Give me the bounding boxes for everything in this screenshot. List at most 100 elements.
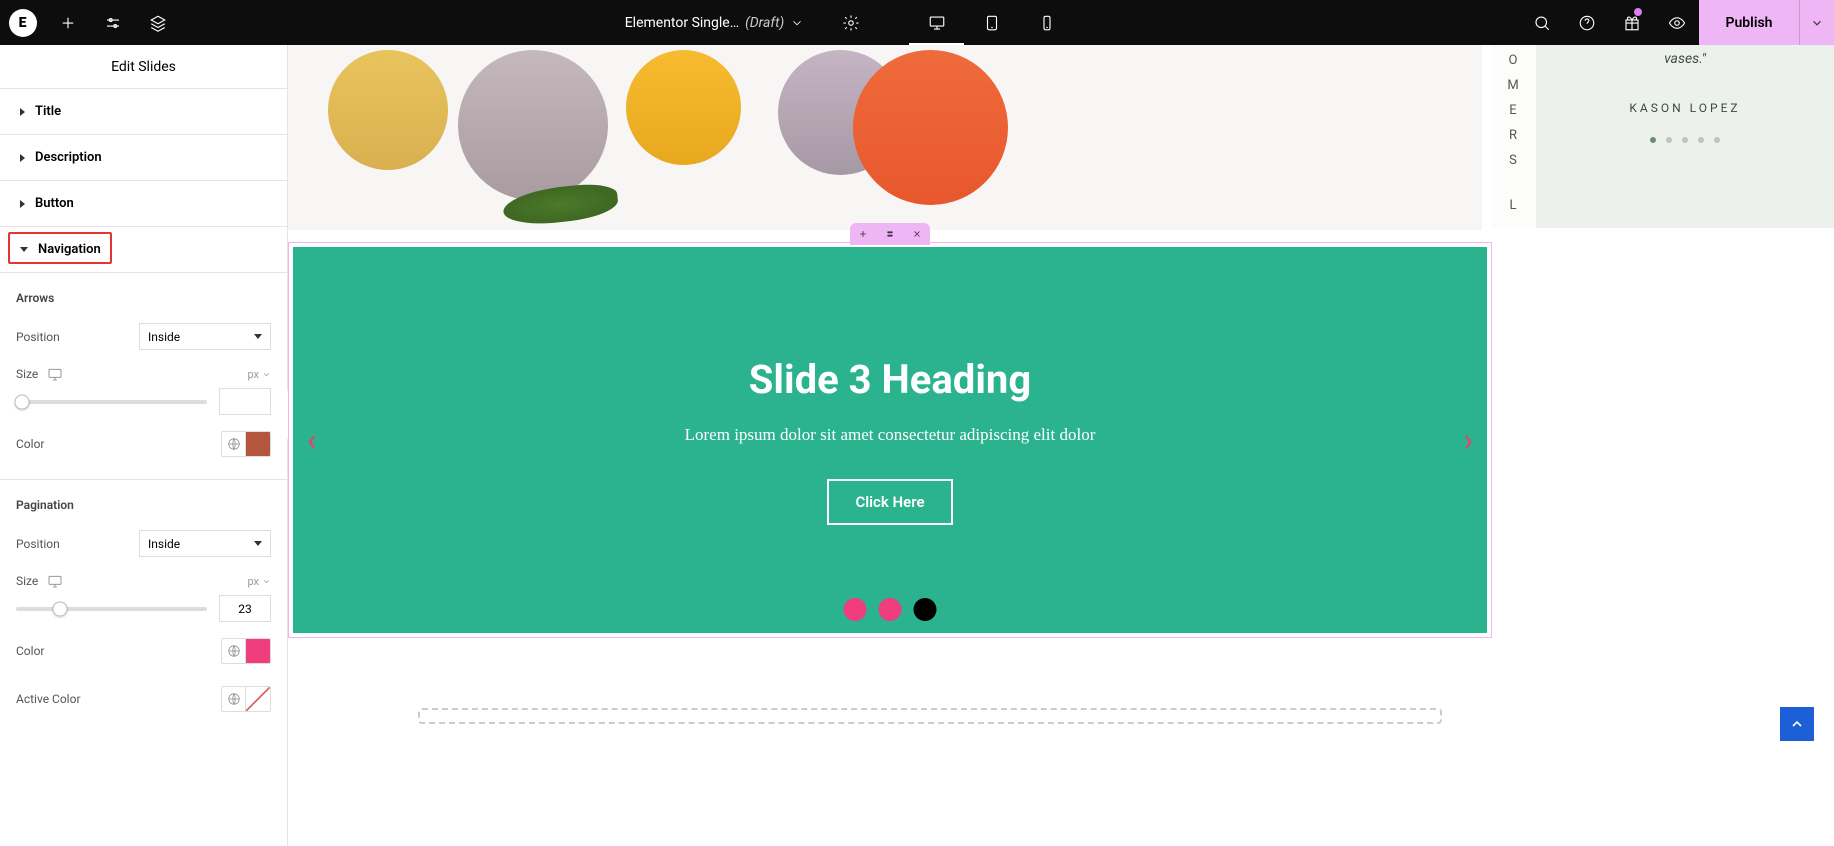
desktop-device[interactable]: [909, 0, 964, 45]
pagination-active-color-label: Active Color: [16, 692, 81, 706]
mobile-device[interactable]: [1019, 0, 1074, 45]
doc-title: Elementor Single…: [625, 15, 739, 31]
arrows-size-input[interactable]: [219, 388, 271, 415]
prev-arrow[interactable]: ‹: [307, 421, 317, 459]
pagination-position-label: Position: [16, 537, 60, 551]
responsive-icon[interactable]: [46, 573, 64, 589]
layers-icon[interactable]: [135, 0, 180, 45]
vase: [853, 50, 1008, 205]
help-icon[interactable]: [1564, 0, 1609, 45]
settings-icon[interactable]: [90, 0, 135, 45]
gift-icon[interactable]: [1609, 0, 1654, 45]
drag-icon[interactable]: [885, 229, 895, 239]
pagination-dot[interactable]: [844, 598, 867, 621]
testimonial-quote: vases.": [1664, 51, 1706, 67]
pagination-position-select[interactable]: Inside: [139, 530, 271, 557]
search-icon[interactable]: [1519, 0, 1564, 45]
publish-button[interactable]: Publish: [1699, 0, 1799, 45]
slide-heading: Slide 3 Heading: [749, 356, 1031, 403]
color-swatch[interactable]: [246, 432, 270, 456]
slide: ‹ › Slide 3 Heading Lorem ipsum dolor si…: [293, 247, 1487, 633]
chevron-down-icon[interactable]: [790, 16, 804, 30]
unit-label: px: [247, 368, 259, 381]
topbar-right: Publish: [1519, 0, 1834, 45]
canvas: ‹ › Slide 3 Heading Lorem ipsum dolor si…: [288, 45, 1834, 846]
testimonial-dot[interactable]: [1714, 137, 1720, 143]
doc-status: (Draft): [745, 15, 784, 31]
testimonial-dot[interactable]: [1650, 137, 1656, 143]
close-icon[interactable]: [912, 229, 922, 239]
accordion-description[interactable]: Description: [0, 135, 287, 181]
top-bar: E Elementor Single… (Draft): [0, 0, 1834, 45]
slider-thumb[interactable]: [52, 601, 67, 616]
elementor-logo[interactable]: E: [0, 0, 45, 45]
testimonial-dot[interactable]: [1682, 137, 1688, 143]
sidebar-title: Edit Slides: [0, 45, 287, 89]
tablet-device[interactable]: [964, 0, 1019, 45]
arrows-section: Arrows Position Inside Size px: [0, 273, 287, 480]
pagination-color-picker[interactable]: [221, 638, 271, 664]
caret-right-icon: [20, 154, 25, 162]
logo-letter: E: [9, 9, 37, 37]
arrows-position-label: Position: [16, 330, 60, 344]
arrows-position-select[interactable]: Inside: [139, 323, 271, 350]
pagination-active-color-picker[interactable]: [221, 686, 271, 712]
pagination-size-unit[interactable]: px: [247, 575, 271, 588]
vertical-letter: E: [1509, 103, 1518, 118]
slide-button[interactable]: Click Here: [827, 479, 952, 525]
testimonial-dots: [1650, 137, 1720, 143]
vertical-letter: O: [1509, 53, 1520, 68]
chevron-down-icon: [254, 334, 262, 339]
notification-dot: [1634, 8, 1642, 16]
publish-dropdown[interactable]: [1799, 0, 1834, 45]
slide-text: Lorem ipsum dolor sit amet consectetur a…: [685, 425, 1096, 445]
pagination-size-slider[interactable]: [16, 607, 207, 611]
testimonial-dot[interactable]: [1698, 137, 1704, 143]
accordion-button[interactable]: Button: [0, 181, 287, 227]
size-label-text: Size: [16, 574, 38, 588]
pagination-size-input[interactable]: [219, 595, 271, 622]
testimonial-dot[interactable]: [1666, 137, 1672, 143]
color-swatch[interactable]: [246, 639, 270, 663]
vase: [626, 50, 741, 165]
accordion-navigation[interactable]: Navigation: [0, 227, 287, 273]
vertical-letter: L: [1509, 198, 1518, 213]
preview-icon[interactable]: [1654, 0, 1699, 45]
caret-down-icon: [20, 247, 28, 252]
accordion-description-label: Description: [35, 150, 102, 165]
pagination-dot[interactable]: [879, 598, 902, 621]
canvas-inner: ‹ › Slide 3 Heading Lorem ipsum dolor si…: [288, 45, 1492, 846]
color-swatch-empty[interactable]: [246, 687, 270, 711]
widget-toolbar: [850, 223, 930, 245]
pagination-size-label: Size: [16, 573, 64, 589]
vertical-text: OMERSL: [1492, 45, 1536, 228]
globe-icon[interactable]: [222, 639, 246, 663]
add-button[interactable]: [45, 0, 90, 45]
globe-icon[interactable]: [222, 432, 246, 456]
topbar-center: Elementor Single… (Draft): [180, 0, 1519, 45]
responsive-icon[interactable]: [46, 366, 64, 382]
arrows-color-picker[interactable]: [221, 431, 271, 457]
accordion-navigation-label: Navigation: [38, 242, 101, 257]
arrows-position-value: Inside: [148, 330, 180, 344]
unit-label: px: [247, 575, 259, 588]
globe-icon[interactable]: [222, 687, 246, 711]
scroll-to-top-button[interactable]: [1780, 707, 1814, 741]
vase: [458, 50, 608, 200]
next-arrow[interactable]: ›: [1463, 421, 1473, 459]
sidebar: Edit Slides Title Description Button Nav…: [0, 45, 288, 846]
vertical-letter: S: [1509, 153, 1519, 168]
plus-icon[interactable]: [858, 229, 868, 239]
slides-widget[interactable]: ‹ › Slide 3 Heading Lorem ipsum dolor si…: [288, 242, 1492, 638]
testimonial-name: KASON LOPEZ: [1629, 101, 1740, 115]
chevron-down-icon: [254, 541, 262, 546]
gear-icon[interactable]: [828, 0, 873, 45]
pagination-dot-active[interactable]: [914, 598, 937, 621]
pagination-color-label: Color: [16, 644, 44, 658]
add-section-placeholder[interactable]: [418, 708, 1442, 724]
hero-image: [288, 45, 1482, 230]
accordion-title[interactable]: Title: [0, 89, 287, 135]
arrows-size-unit[interactable]: px: [247, 368, 271, 381]
arrows-size-slider[interactable]: [16, 400, 207, 404]
slider-thumb[interactable]: [14, 394, 29, 409]
